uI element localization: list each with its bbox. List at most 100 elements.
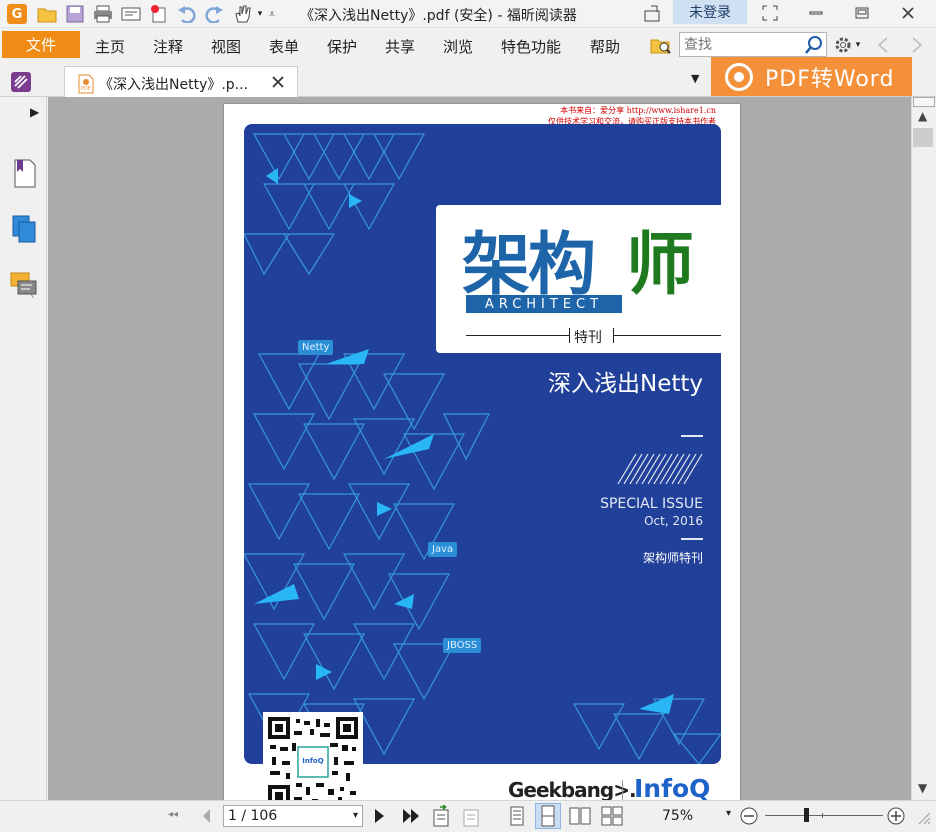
menu-home[interactable]: 主页	[95, 36, 125, 57]
cover-image: 架构 师 ARCHITECT 特刊 深入浅出Netty SPECIAL ISSU…	[244, 124, 721, 764]
hand-tool-icon[interactable]	[232, 3, 254, 25]
scanner-icon[interactable]	[120, 3, 142, 25]
save-icon[interactable]	[64, 3, 86, 25]
split-handle[interactable]	[913, 97, 935, 107]
window-title: 《深入浅出Netty》.pdf (安全) - 福昕阅读器	[300, 8, 577, 24]
tag-rule-left	[466, 335, 569, 336]
zoom-dropdown-icon[interactable]: ▾	[726, 808, 731, 819]
search-input[interactable]	[684, 35, 802, 54]
customize-toolbar-icon[interactable]: ⩡	[266, 3, 278, 25]
vertical-scrollbar[interactable]: ▲ ▼	[911, 97, 936, 800]
masthead-tag: 特刊	[574, 330, 602, 346]
scroll-thumb[interactable]	[913, 128, 933, 147]
gear-icon[interactable]	[832, 34, 854, 56]
scroll-up-icon[interactable]: ▲	[918, 109, 927, 123]
tag-bubble-java: Java	[428, 542, 458, 557]
sidebar-toggle-icon[interactable]	[10, 71, 32, 97]
masthead-architect: ARCHITECT	[466, 295, 622, 313]
fullscreen-icon[interactable]	[747, 0, 793, 26]
prev-page-icon[interactable]	[200, 807, 212, 829]
new-icon[interactable]	[148, 3, 170, 25]
page-number-value: 1 / 106	[228, 808, 278, 824]
zoom-select[interactable]: 75% ▾	[640, 807, 736, 827]
expand-panel-icon[interactable]: ▶	[30, 105, 39, 119]
qr-center-label: InfoQ	[302, 757, 324, 765]
infoq-logo: InfoQ	[634, 774, 711, 800]
menu-features[interactable]: 特色功能	[501, 36, 561, 57]
zoom-out-icon[interactable]	[739, 806, 759, 830]
dropdown-caret-icon[interactable]: ▾	[254, 3, 266, 25]
issue-date: Oct, 2016	[644, 514, 703, 528]
menu-share[interactable]: 共享	[385, 36, 415, 57]
tag-bubble-netty: Netty	[298, 340, 334, 355]
tag-rule-tick	[569, 328, 570, 343]
qr-code: InfoQ	[263, 712, 363, 800]
menu-help[interactable]: 帮助	[590, 36, 620, 57]
pdf-to-word-button[interactable]: PDF转Word	[711, 57, 912, 96]
zoom-slider-thumb[interactable]	[804, 808, 809, 822]
continuous-facing-icon[interactable]	[601, 806, 623, 830]
page-dropdown-icon[interactable]: ▾	[353, 806, 358, 826]
previous-view-icon[interactable]	[432, 804, 454, 831]
undo-icon[interactable]	[176, 3, 198, 25]
masthead: 架构 师 ARCHITECT 特刊	[436, 205, 721, 353]
masthead-title-blue: 架构	[462, 226, 596, 305]
redo-icon[interactable]	[203, 3, 225, 25]
menu-view[interactable]: 视图	[211, 36, 241, 57]
pdf-file-icon: PDF	[78, 74, 94, 98]
open-folder-icon[interactable]	[36, 3, 58, 25]
tag-rule-right	[613, 335, 721, 336]
minimize-icon[interactable]	[793, 0, 839, 26]
issue-name: 架构师特刊	[642, 551, 703, 565]
svg-text:PDF: PDF	[81, 86, 91, 92]
zoom-in-icon[interactable]	[886, 806, 906, 830]
zoom-slider-tick	[822, 813, 823, 818]
facing-page-icon[interactable]	[569, 806, 591, 830]
gear-dropdown-icon[interactable]: ▾	[852, 34, 864, 56]
tag-bubble-jboss: JBOSS	[443, 638, 482, 653]
next-view-icon[interactable]	[462, 805, 484, 831]
menu-comment[interactable]: 注释	[153, 36, 183, 57]
maximize-icon[interactable]	[839, 0, 885, 26]
convert-label: PDF转Word	[765, 66, 895, 92]
scroll-down-icon[interactable]: ▼	[918, 781, 927, 795]
tab-label: 《深入浅出Netty》.p...	[99, 77, 249, 93]
title-bar: G ▾ ⩡ 《深入浅出Netty》.pdf (安全) - 福昕阅读器 未登录	[0, 0, 936, 28]
masthead-title-green: 师	[626, 226, 695, 305]
resize-grip-icon[interactable]	[917, 811, 931, 829]
search-icon[interactable]	[804, 35, 824, 59]
nav-forward-icon[interactable]	[906, 34, 928, 56]
close-icon[interactable]	[885, 0, 931, 26]
tab-document[interactable]: PDF 《深入浅出Netty》.p...	[64, 66, 298, 98]
next-page-icon[interactable]	[372, 807, 386, 829]
status-bar: ◂◂ 1 / 106 ▾ 75% ▾	[0, 800, 936, 831]
nav-back-icon[interactable]	[872, 34, 894, 56]
single-page-icon[interactable]	[508, 806, 526, 830]
close-tab-icon[interactable]	[271, 75, 285, 93]
menu-protect[interactable]: 保护	[327, 36, 357, 57]
pdf-page: 本书来自：爱分享 http://www.ishare1.cn 仅供技术学习和交流…	[224, 104, 740, 800]
document-viewport[interactable]: 本书来自：爱分享 http://www.ishare1.cn 仅供技术学习和交流…	[48, 97, 911, 800]
print-icon[interactable]	[92, 3, 114, 25]
find-folder-icon[interactable]	[650, 34, 672, 56]
page-number-input[interactable]: 1 / 106 ▾	[223, 805, 363, 827]
share-window-icon[interactable]	[641, 3, 665, 25]
cover-subtitle: 深入浅出Netty	[547, 371, 703, 397]
comments-icon[interactable]	[10, 272, 38, 306]
bookmark-icon[interactable]	[12, 159, 38, 193]
tab-list-icon[interactable]: ▼	[691, 72, 699, 85]
file-menu[interactable]: 文件	[2, 31, 80, 58]
menu-form[interactable]: 表单	[269, 36, 299, 57]
zoom-slider-track[interactable]	[765, 815, 883, 816]
continuous-page-icon[interactable]	[535, 803, 561, 829]
last-page-icon[interactable]	[401, 807, 421, 829]
pages-thumbnail-icon[interactable]	[12, 215, 38, 249]
first-page-icon[interactable]: ◂◂	[168, 809, 178, 820]
special-issue-label: SPECIAL ISSUE	[600, 496, 703, 512]
foxit-logo-icon[interactable]: G	[7, 4, 27, 24]
login-button[interactable]: 未登录	[673, 0, 747, 24]
menu-browse[interactable]: 浏览	[443, 36, 473, 57]
search-box	[679, 32, 827, 57]
left-nav-panel: ▶	[0, 97, 50, 800]
geekbang-logo: Geekbang>.	[508, 778, 637, 800]
